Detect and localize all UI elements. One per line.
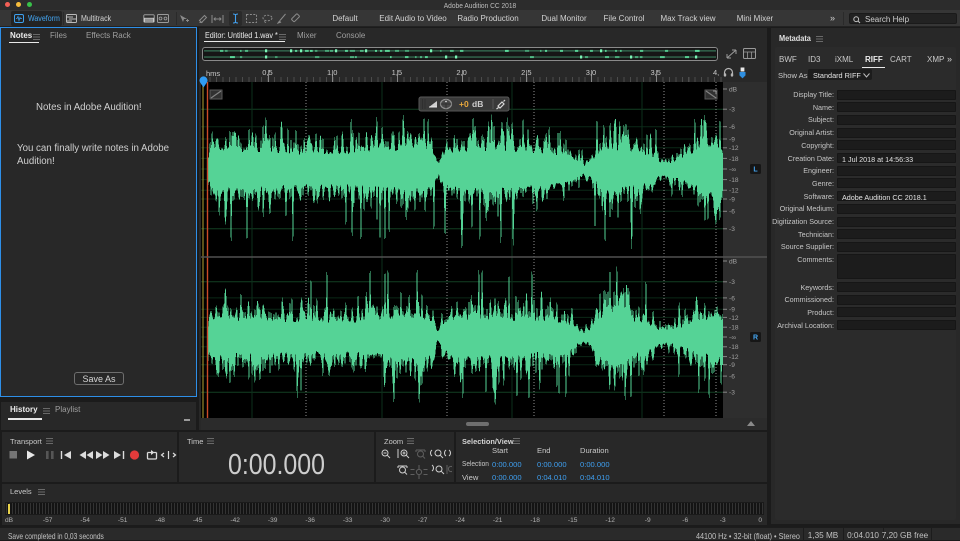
svg-text:-18: -18 — [729, 344, 739, 351]
svg-text:R: R — [753, 335, 758, 342]
svg-text:dB: dB — [472, 99, 483, 109]
svg-text:-∞: -∞ — [729, 334, 736, 341]
svg-text:-12: -12 — [729, 354, 739, 361]
svg-text:+0: +0 — [459, 99, 469, 109]
svg-text:-6: -6 — [729, 374, 735, 381]
svg-text:-3: -3 — [729, 390, 735, 397]
svg-text:-9: -9 — [729, 362, 735, 369]
